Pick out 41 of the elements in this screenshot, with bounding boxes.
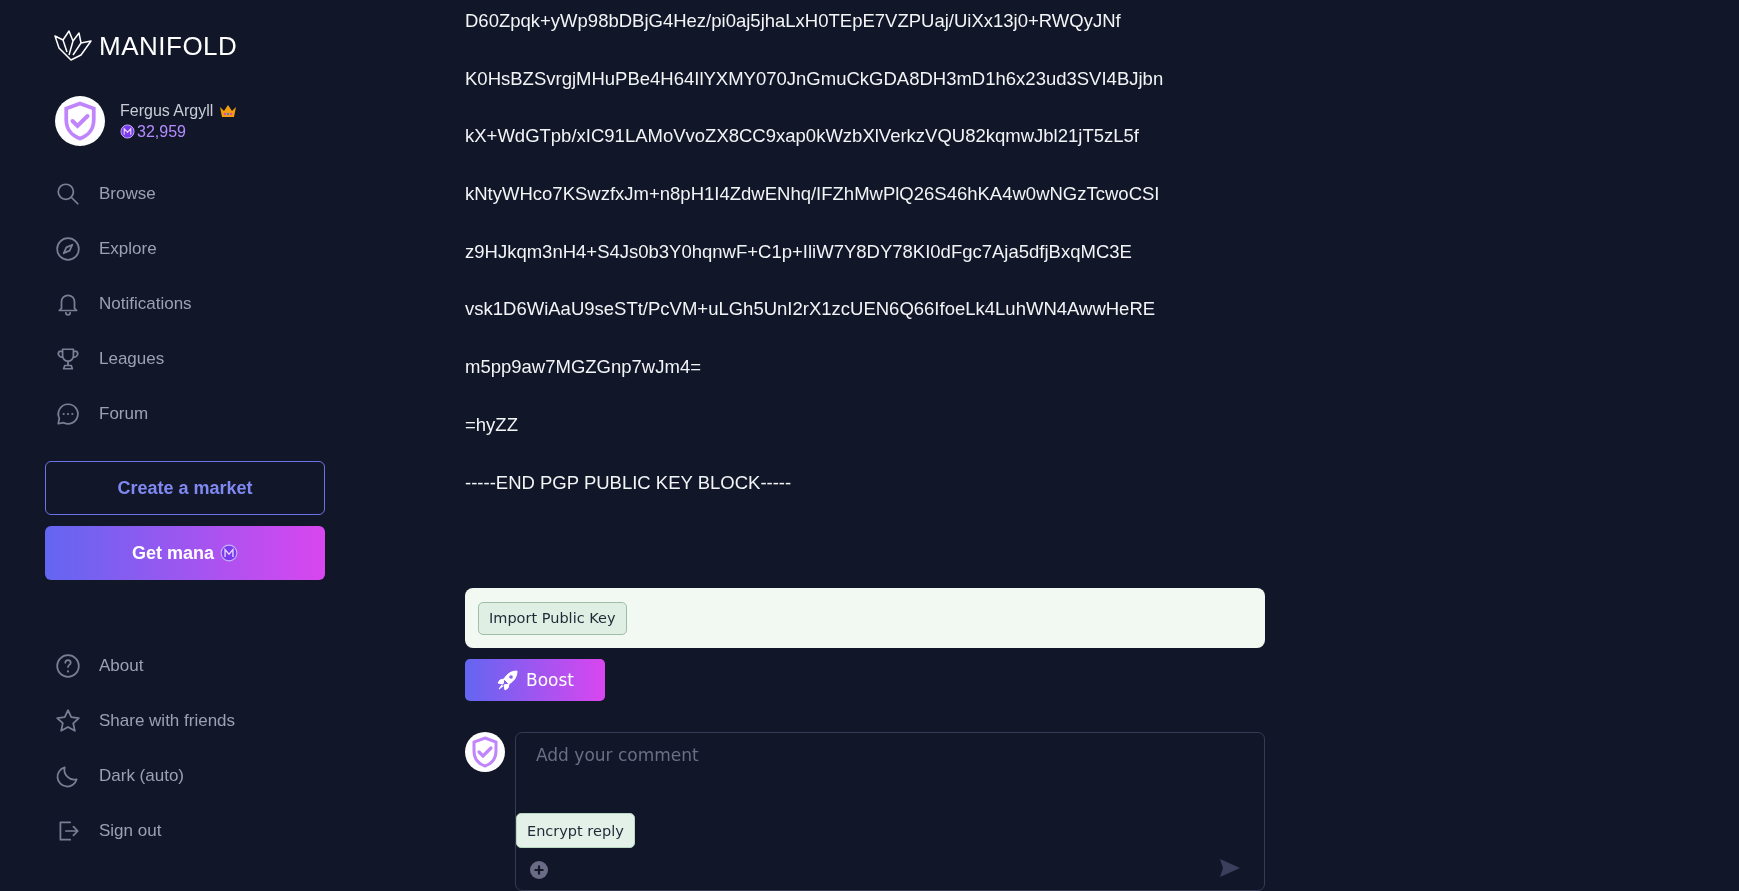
compass-icon [55,235,81,262]
key-text-line: K0HsBZSvrgjMHuPBe4H64IlYXMY070JnGmuCkGDA8DH3mD1h6x23ud3SVI4BJjbn [465,66,1165,91]
avatar [465,732,505,772]
chat-bubble-icon [55,400,81,427]
key-text-line: z9HJkqm3nH4+S4Js0b3Y0hqnwF+C1p+IliW7Y8DY78KI0dFgc7Aja5dfjBxqMC3E [465,239,1133,264]
trophy-icon [55,345,81,372]
crown-icon [219,103,238,118]
crane-logo-icon[interactable] [53,30,93,62]
mana-icon [220,544,238,562]
star-icon [55,707,81,734]
user-name[interactable]: Fergus Argyll [120,101,214,120]
key-text-line: kX+WdGTpb/xIC91LAMoVvoZX8CC9xap0kWzbXlVerkzVQU82kqmwJbl21jT5zL5f [465,124,1140,149]
nav-link[interactable]: Forum [55,386,149,441]
logo-wordmark[interactable]: MANIFOLD [99,30,238,62]
comment-field[interactable]: Add your comment Encrypt reply [515,732,1265,891]
get-mana-button[interactable]: Get mana [45,526,325,580]
key-text-line: D60Zpqk+yWp98bDBjG4Hez/pi0aj5jhaLxH0TEpE7VZPUaj/UiXx13j0+RWQyJNf [465,9,1122,33]
key-text-line: -----END PGP PUBLIC KEY BLOCK----- [465,470,793,495]
key-text-line: =hyZZ [465,412,519,437]
nav-link[interactable]: Browse [55,166,156,221]
nav-link[interactable]: Sign out [55,803,162,858]
nav-link[interactable]: Explore [55,221,157,276]
nav-link[interactable]: About [55,638,144,693]
plus-icon[interactable] [529,860,549,880]
key-text-line: kNtyWHco7KSwzfxJm+n8pH1I4ZdwENhq/IFZhMwPlQ26S46hKA4w0wNGzTcwoCSI [465,182,1161,207]
rocket-icon [496,668,520,693]
mana-icon [120,124,135,139]
encrypt-reply-button[interactable]: Encrypt reply [516,813,635,848]
nav-link[interactable]: Leagues [55,331,165,386]
nav-link[interactable]: Dark (auto) [55,748,185,803]
boost-button[interactable]: Boost [465,659,605,701]
question-icon [55,652,81,679]
nav-link[interactable]: Notifications [55,276,192,331]
import-key-button[interactable]: Import Public Key [478,601,627,635]
mana-balance: 32,959 [137,122,186,141]
create-market-button[interactable]: Create a market [45,461,325,515]
search-icon [55,180,81,207]
key-text-line: vsk1D6WiAaU9seSTt/PcVM+uLGh5UnI2rX1zcUEN6Q66IfoeLk4LuhWN4AwwHeRE [465,297,1157,322]
nav-link[interactable]: Share with friends [55,693,236,748]
key-text-line: m5pp9aw7MGZGnp7wJm4= [465,355,702,380]
avatar [55,96,105,146]
